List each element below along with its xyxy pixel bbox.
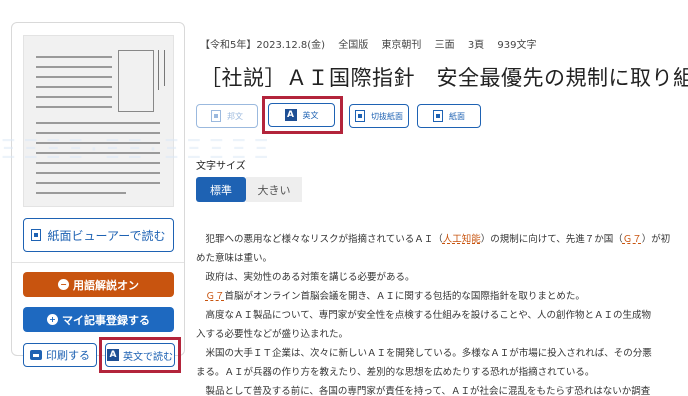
term-link[interactable]: Ｇ７	[623, 234, 642, 245]
letter-a-icon: A	[107, 349, 119, 361]
tab-paper-label: 紙面	[449, 111, 465, 121]
body-line: 政府は、実効性のある対策を講じる必要がある。	[196, 272, 415, 283]
thumbnail-text	[36, 76, 112, 78]
print-button-label: 印刷する	[46, 349, 90, 362]
page-viewer-icon	[31, 229, 42, 241]
article-body: 犯罪への悪用など様々なリスクが指摘されているＡＩ（人工知能）の規制に向けて、先進…	[196, 230, 688, 396]
print-button[interactable]: 印刷する	[23, 343, 97, 367]
meta-date: 【令和5年】2023.12.8(金)	[200, 40, 326, 51]
thumbnail-column-line	[164, 50, 165, 86]
body-line: 製品として普及する前に、各国の専門家が責任を持って、ＡＩが社会に混乱をもたらす恐…	[196, 386, 651, 396]
divider	[12, 262, 184, 263]
terms-button-label: 用語解説オン	[73, 278, 139, 292]
meta-edition: 全国版	[338, 40, 369, 51]
thumbnail-text	[36, 192, 126, 194]
article-side-panel: 紙面ビューアーで読む − 用語解説オン + マイ記事登録する 印刷する A 英文…	[11, 22, 185, 373]
letter-a-icon: A	[284, 109, 297, 121]
newspaper-page-thumbnail[interactable]	[23, 35, 174, 207]
plus-circle-icon: +	[47, 314, 58, 325]
article-title: ［社説］ＡＩ国際指針 安全最優先の規制に取り組め	[200, 66, 688, 90]
thumbnail-text	[36, 182, 160, 184]
article-meta: 【令和5年】2023.12.8(金) 全国版 東京朝刊 三面 3頁 939文字	[200, 36, 546, 51]
thumbnail-headline-box	[118, 50, 154, 112]
body-line: まる。ＡＩが兵器の作り方を教えたり、差別的な思想を広めたりする恐れが指摘されてい…	[196, 367, 595, 378]
thumbnail-text	[36, 122, 160, 124]
tab-english[interactable]: A 英文	[268, 103, 335, 127]
thumbnail-column-line	[158, 50, 159, 90]
thumbnail-text	[36, 86, 112, 88]
highlight-box: A 英文で読む	[99, 337, 181, 373]
term-explanation-toggle-button[interactable]: − 用語解説オン	[23, 272, 174, 297]
thumbnail-text	[36, 56, 112, 58]
document-icon	[211, 110, 221, 122]
read-in-english-button[interactable]: A 英文で読む	[105, 343, 175, 367]
thumbnail-text	[36, 132, 160, 134]
body-text: 首脳がオンライン首脳会議を開き、ＡＩに関する包括的な国際指針を取りまとめた。	[224, 291, 585, 302]
body-line: めた意味は重い。	[196, 253, 273, 264]
meta-char-count: 939文字	[497, 40, 537, 51]
body-line: 米国の大手ＩＴ企業は、次々に新しいＡＩを開発している。多様なＡＩが市場に投入され…	[196, 348, 652, 359]
clipping-icon	[355, 110, 365, 122]
font-size-label: 文字サイズ	[196, 161, 246, 172]
term-link[interactable]: Ｇ７	[206, 291, 225, 302]
tab-japanese[interactable]: 邦文	[196, 104, 258, 128]
thumbnail-text	[36, 106, 112, 108]
font-size-standard-button[interactable]: 標準	[196, 177, 246, 202]
tab-clipped-page[interactable]: 切抜紙面	[349, 104, 409, 128]
printer-icon	[30, 350, 42, 360]
body-line: 犯罪への悪用など様々なリスクが指摘されているＡＩ（人工知能）の規制に向けて、先進…	[196, 230, 688, 249]
background-watermark: ΞΞΞΞ·ΞΞ·ΞΞΞΞΞ	[0, 135, 276, 165]
minus-circle-icon: −	[58, 279, 69, 290]
tab-english-label: 英文	[302, 110, 319, 120]
highlight-box: A 英文	[262, 96, 343, 134]
body-line: 高度なＡＩ製品について、専門家が安全性を点検する仕組みを設けることや、人の創作物…	[196, 310, 651, 321]
term-link[interactable]: 人工知能	[443, 234, 481, 245]
body-text: ）が初	[641, 234, 671, 245]
body-text: ）の規制に向けて、先進７か国（	[480, 234, 623, 245]
thumbnail-text	[36, 172, 160, 174]
tab-japanese-label: 邦文	[227, 111, 243, 121]
thumbnail-text	[36, 66, 112, 68]
viewer-button-label: 紙面ビューアーで読む	[47, 228, 166, 243]
body-line: 入する必要性などが盛り込まれた。	[196, 329, 349, 340]
save-my-article-button[interactable]: + マイ記事登録する	[23, 307, 174, 332]
my-article-button-label: マイ記事登録する	[62, 313, 150, 327]
body-text: 犯罪への悪用など様々なリスクが指摘されているＡＩ（	[196, 234, 443, 245]
meta-page: 3頁	[467, 40, 485, 51]
body-line: Ｇ７首脳がオンライン首脳会議を開き、ＡＩに関する包括的な国際指針を取りまとめた。	[196, 287, 688, 306]
thumbnail-text	[36, 96, 112, 98]
tab-paper-page[interactable]: 紙面	[417, 104, 481, 128]
open-paper-viewer-button[interactable]: 紙面ビューアーで読む	[23, 218, 174, 252]
tab-clipped-label: 切抜紙面	[371, 111, 403, 121]
font-size-large-button[interactable]: 大きい	[246, 177, 302, 202]
english-read-label: 英文で読む	[123, 351, 173, 363]
newspaper-icon	[433, 110, 443, 122]
meta-issue: 東京朝刊	[381, 40, 422, 51]
meta-section: 三面	[434, 40, 455, 51]
